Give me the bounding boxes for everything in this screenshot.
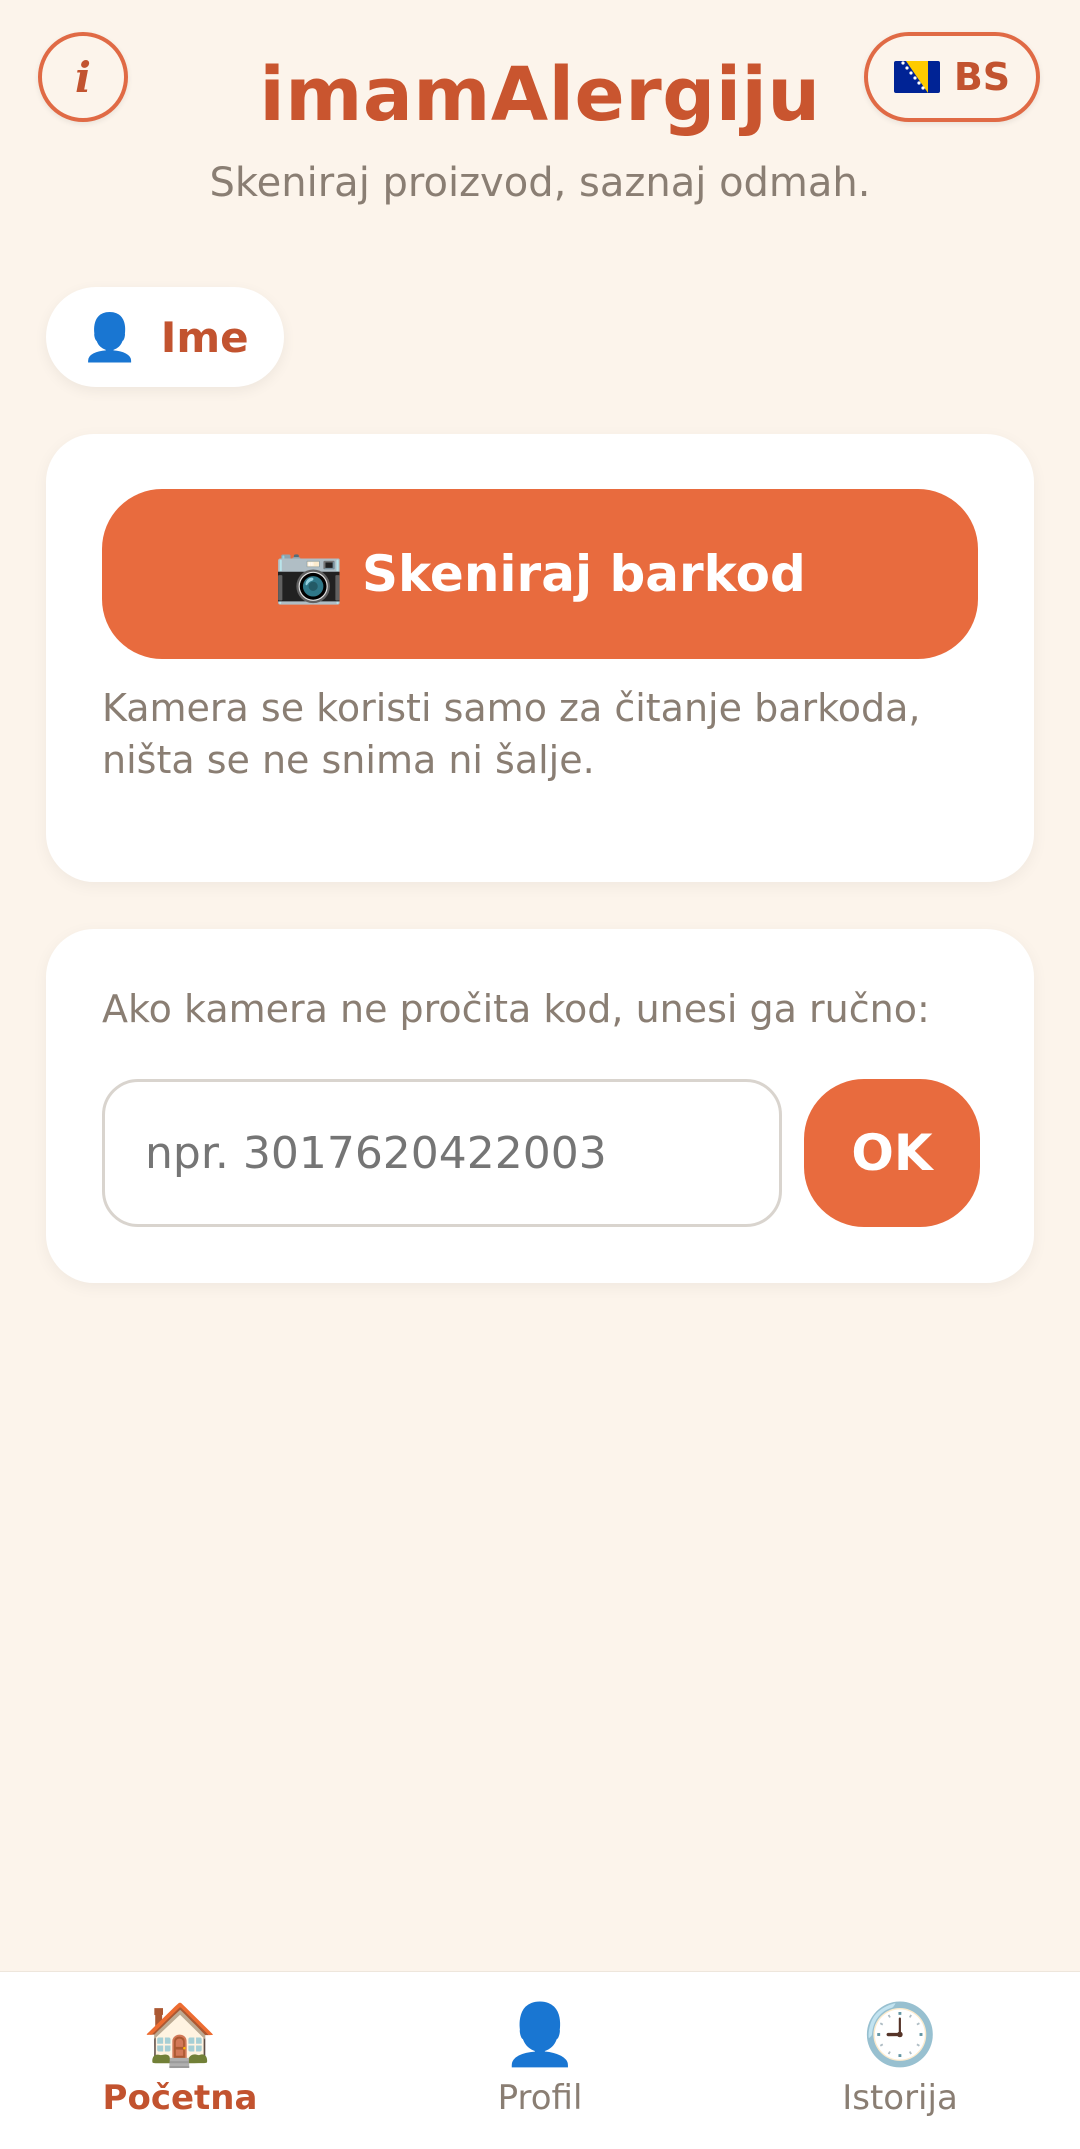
- nav-item-home[interactable]: 🏠 Početna: [0, 1972, 360, 2149]
- scan-card: 📷 Skeniraj barkod Kamera se koristi samo…: [46, 434, 1034, 882]
- camera-privacy-note: Kamera se koristi samo za čitanje barkod…: [102, 686, 921, 782]
- bosnia-flag-icon: [893, 61, 940, 93]
- person-icon: 👤: [81, 309, 139, 364]
- camera-icon: 📷: [274, 542, 344, 607]
- ok-button[interactable]: OK: [804, 1079, 980, 1227]
- bottom-navigation: 🏠 Početna 👤 Profil 🕘 Istorija: [0, 1971, 1080, 2149]
- history-icon: 🕘: [862, 2000, 938, 2070]
- nav-label-history: Istorija: [842, 2078, 958, 2118]
- language-selector-button[interactable]: BS: [864, 32, 1040, 122]
- nav-item-history[interactable]: 🕘 Istorija: [720, 1972, 1080, 2149]
- manual-entry-label: Ako kamera ne pročita kod, unesi ga ručn…: [102, 987, 930, 1031]
- nav-label-home: Početna: [102, 2078, 258, 2118]
- scan-barcode-button[interactable]: 📷 Skeniraj barkod: [102, 489, 978, 659]
- home-icon: 🏠: [142, 2000, 218, 2070]
- profile-name-chip[interactable]: 👤 Ime: [46, 287, 284, 387]
- language-code: BS: [953, 55, 1011, 99]
- nav-item-profile[interactable]: 👤 Profil: [360, 1972, 720, 2149]
- profile-icon: 👤: [502, 2000, 578, 2070]
- profile-name-label: Ime: [160, 312, 249, 362]
- app-subtitle: Skeniraj proizvod, saznaj odmah.: [209, 160, 871, 206]
- manual-entry-card: Ako kamera ne pročita kod, unesi ga ručn…: [46, 929, 1034, 1283]
- nav-label-profile: Profil: [497, 2078, 583, 2118]
- barcode-input[interactable]: [102, 1079, 782, 1227]
- scan-barcode-label: Skeniraj barkod: [361, 545, 806, 603]
